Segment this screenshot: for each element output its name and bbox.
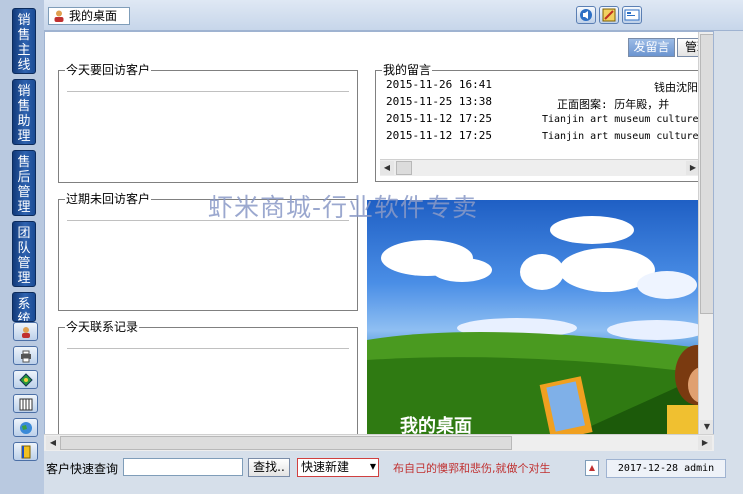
message-row[interactable]: 2015-11-12 17:25 bbox=[386, 129, 492, 143]
quick-new-select[interactable]: 快速新建 ▼ bbox=[297, 458, 379, 477]
calendar-icon[interactable] bbox=[13, 394, 38, 413]
main-vertical-scrollbar[interactable]: ▼ bbox=[698, 32, 713, 435]
group-divider bbox=[67, 91, 349, 92]
quick-new-value: 快速新建 bbox=[301, 460, 350, 474]
search-button[interactable]: 查找.. bbox=[248, 458, 290, 477]
user-icon[interactable] bbox=[13, 322, 38, 341]
messages-horizontal-scrollbar[interactable]: ◀ ▶ bbox=[380, 159, 713, 176]
globe-icon[interactable] bbox=[13, 418, 38, 437]
scroll-thumb[interactable] bbox=[700, 34, 713, 314]
message-row[interactable]: 2015-11-26 16:41 bbox=[386, 78, 492, 92]
today-contact-group: 今天联系记录 bbox=[58, 320, 358, 435]
scroll-thumb[interactable] bbox=[60, 436, 512, 450]
book-icon[interactable] bbox=[13, 442, 38, 461]
chevron-down-icon[interactable]: ▼ bbox=[370, 459, 376, 475]
message-preview: Tianjin art museum culture bbox=[542, 114, 699, 125]
speaker-icon[interactable] bbox=[576, 6, 596, 24]
main-horizontal-scrollbar[interactable]: ◀ ▶ bbox=[44, 434, 714, 451]
sidebar-tab-sales-assistant[interactable]: 销售助理 bbox=[12, 79, 36, 145]
sidebar-tab-after-sales[interactable]: 售后管理 bbox=[12, 150, 36, 216]
banner-title: 我的桌面 bbox=[400, 416, 472, 436]
watermark-text: 虾米商城-行业软件专卖 bbox=[208, 193, 479, 222]
message-row[interactable]: 2015-11-12 17:25 bbox=[386, 112, 492, 126]
screen-icon[interactable] bbox=[622, 6, 642, 24]
tab-my-desktop[interactable]: 我的桌面 bbox=[48, 7, 130, 25]
today-visit-title: 今天要回访客户 bbox=[65, 63, 152, 77]
today-contact-title: 今天联系记录 bbox=[65, 320, 140, 334]
edit-icon[interactable] bbox=[599, 6, 619, 24]
status-date: 2017-12-28 bbox=[617, 463, 679, 474]
scroll-left-button[interactable]: ◀ bbox=[46, 436, 60, 450]
desktop-banner-image: 我的桌面 bbox=[367, 200, 713, 436]
diamond-icon[interactable] bbox=[13, 370, 38, 389]
sidebar-tab-sales-main[interactable]: 销售主线 bbox=[12, 8, 36, 74]
sidebar-tab-system[interactable]: 系统 bbox=[12, 292, 36, 322]
message-row[interactable]: 2015-11-25 13:38 bbox=[386, 95, 492, 109]
sidebar-tab-team[interactable]: 团队管理 bbox=[12, 221, 36, 287]
desktop-panel: 发留言 管理 今天要回访客户 过期未回访客户 今天联系记录 我的留言 2015-… bbox=[44, 31, 714, 436]
status-bar: 2017-12-28 admin bbox=[606, 459, 726, 478]
group-divider bbox=[67, 348, 349, 349]
scroll-right-button[interactable]: ▶ bbox=[698, 436, 712, 450]
quick-search-label: 客户快速查询 bbox=[46, 462, 119, 476]
overdue-visit-title: 过期未回访客户 bbox=[65, 192, 152, 206]
user-desktop-icon bbox=[52, 9, 66, 27]
tab-label: 我的桌面 bbox=[69, 9, 118, 23]
left-sidebar: 销售主线 销售助理 售后管理 团队管理 系统 bbox=[0, 0, 44, 494]
message-preview: Tianjin art museum culture bbox=[542, 131, 699, 142]
message-preview: 正面图案: 历年殿，并 bbox=[557, 98, 670, 111]
today-visit-group: 今天要回访客户 bbox=[58, 63, 358, 183]
my-messages-title: 我的留言 bbox=[382, 63, 433, 77]
quick-search-input[interactable] bbox=[123, 458, 243, 476]
scroll-thumb[interactable] bbox=[396, 161, 412, 175]
printer-icon[interactable] bbox=[13, 346, 38, 365]
ticker-toggle-icon[interactable] bbox=[585, 460, 599, 476]
scroll-down-button[interactable]: ▼ bbox=[700, 420, 713, 434]
scroll-left-button[interactable]: ◀ bbox=[380, 161, 394, 175]
scrolling-ticker: 布自己的懊郛和悲伤,就做个对生 bbox=[393, 462, 551, 475]
my-messages-group: 我的留言 2015-11-26 16:41 2015-11-25 13:38 2… bbox=[375, 63, 713, 182]
post-message-button[interactable]: 发留言 bbox=[628, 38, 675, 57]
status-user: admin bbox=[684, 463, 715, 474]
